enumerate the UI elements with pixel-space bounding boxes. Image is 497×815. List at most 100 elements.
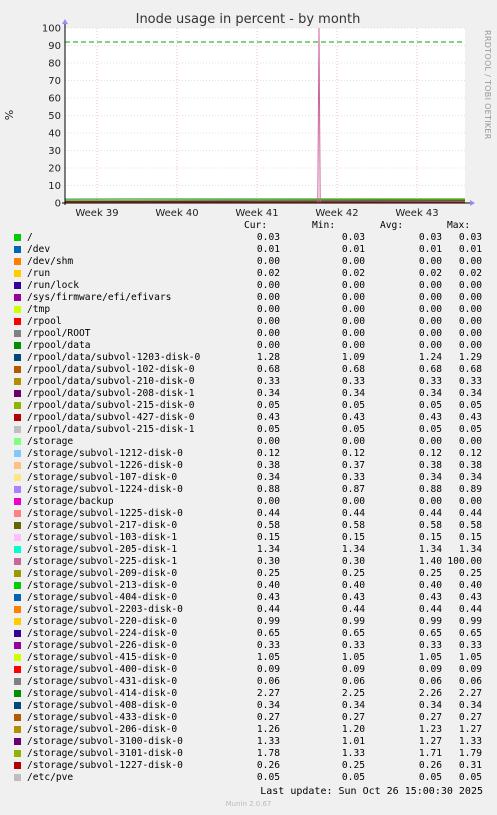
legend-cur: 0.05 [256, 400, 280, 411]
header-min: Min: [312, 220, 336, 231]
y-tick-label: 50 [48, 111, 61, 122]
legend-min: 0.09 [341, 664, 365, 675]
legend-max: 0.00 [458, 304, 482, 315]
legend-min: 0.02 [341, 268, 365, 279]
legend-cur: 0.38 [256, 460, 280, 471]
legend-min: 1.33 [341, 748, 365, 759]
legend-min: 0.00 [341, 280, 365, 291]
legend-max: 0.44 [458, 508, 482, 519]
legend-max: 1.79 [458, 748, 482, 759]
y-tick-label: 90 [48, 41, 61, 52]
legend-swatch [14, 666, 21, 673]
legend-min: 0.00 [341, 328, 365, 339]
legend-min: 0.27 [341, 712, 365, 723]
legend-row: /storage/subvol-217-disk-0 0.58 0.58 0.58 0.… [0, 520, 497, 532]
x-tick-label: Week 41 [235, 208, 278, 219]
legend-max: 0.03 [458, 232, 482, 243]
legend-row: /storage/subvol-2203-disk-0 0.44 0.44 0.44 0… [0, 604, 497, 616]
legend-max: 0.34 [458, 388, 482, 399]
legend-row: /rpool/data/subvol-208-disk-1 0.34 0.34 0.3… [0, 388, 497, 400]
legend-row: /dev/shm 0.00 0.00 0.00 0.00 [0, 256, 497, 268]
legend-name: /storage/subvol-225-disk-1 [27, 556, 178, 567]
legend-name: /storage/subvol-209-disk-0 [27, 568, 178, 579]
legend-name: /storage/subvol-431-disk-0 [27, 676, 178, 687]
legend-row: /storage/subvol-1227-disk-0 0.26 0.25 0.26 0… [0, 760, 497, 772]
legend-swatch [14, 678, 21, 685]
legend-min: 0.00 [341, 256, 365, 267]
legend-name: /storage/subvol-2203-disk-0 [27, 604, 183, 615]
legend-cur: 0.33 [256, 376, 280, 387]
legend-name: /storage/subvol-103-disk-1 [27, 532, 178, 543]
header-cur: Cur: [244, 220, 268, 231]
legend-swatch [14, 366, 21, 373]
legend-name: /storage/subvol-415-disk-0 [27, 652, 178, 663]
legend-max: 0.99 [458, 616, 482, 627]
legend-cur: 1.05 [256, 652, 280, 663]
legend-name: /etc/pve [27, 772, 74, 783]
rrdtool-credit: RRDTOOL / TOBI OETIKER [483, 30, 492, 140]
legend-swatch [14, 570, 21, 577]
legend-min: 0.33 [341, 472, 365, 483]
legend-row: /storage/subvol-414-disk-0 2.27 2.25 2.26 2.… [0, 688, 497, 700]
legend-name: /rpool/data/subvol-102-disk-0 [27, 364, 195, 375]
legend-row: /rpool/ROOT 0.00 0.00 0.00 0.00 [0, 328, 497, 340]
legend-min: 1.01 [341, 736, 365, 747]
legend-cur: 0.34 [256, 700, 280, 711]
legend-row: /storage/subvol-433-disk-0 0.27 0.27 0.27 0.… [0, 712, 497, 724]
legend-row: /storage 0.00 0.00 0.00 0.00 [0, 436, 497, 448]
legend-cur: 0.65 [256, 628, 280, 639]
legend-max: 0.00 [458, 340, 482, 351]
legend-name: /rpool/data/subvol-208-disk-1 [27, 388, 195, 399]
legend-min: 0.87 [341, 484, 365, 495]
legend-min: 0.03 [341, 232, 365, 243]
legend-max: 1.05 [458, 652, 482, 663]
legend-swatch [14, 582, 21, 589]
legend-swatch [14, 342, 21, 349]
legend-name: /storage/subvol-404-disk-0 [27, 592, 178, 603]
legend-cur: 0.02 [256, 268, 280, 279]
legend-min: 0.33 [341, 640, 365, 651]
legend-min: 0.05 [341, 400, 365, 411]
legend-max: 0.05 [458, 772, 482, 783]
legend-min: 1.05 [341, 652, 365, 663]
legend-name: /storage/backup [27, 496, 114, 507]
legend-name: /storage/subvol-3101-disk-0 [27, 748, 183, 759]
y-tick-label: 30 [48, 146, 61, 157]
legend-max: 0.25 [458, 568, 482, 579]
legend-max: 100.00 [447, 556, 482, 567]
legend-name: /storage/subvol-220-disk-0 [27, 616, 178, 627]
legend-name: /rpool/ROOT [27, 328, 91, 339]
legend-row: /etc/pve 0.05 0.05 0.05 0.05 [0, 772, 497, 784]
legend-name: /storage/subvol-408-disk-0 [27, 700, 178, 711]
legend-name: /storage/subvol-226-disk-0 [27, 640, 178, 651]
legend-name: /storage/subvol-400-disk-0 [27, 664, 178, 675]
legend-swatch [14, 426, 21, 433]
legend-name: /rpool/data [27, 340, 91, 351]
legend-row: /storage/subvol-220-disk-0 0.99 0.99 0.99 0.… [0, 616, 497, 628]
legend-cur: 0.99 [256, 616, 280, 627]
legend-row: /rpool/data 0.00 0.00 0.00 0.00 [0, 340, 497, 352]
legend-name: /storage/subvol-217-disk-0 [27, 520, 178, 531]
legend-swatch [14, 354, 21, 361]
legend-max: 1.27 [458, 724, 482, 735]
legend-cur: 1.26 [256, 724, 280, 735]
legend-max: 0.65 [458, 628, 482, 639]
x-tick-label: Week 39 [75, 208, 118, 219]
legend-row: /sys/firmware/efi/efivars 0.00 0.00 0.00 0.0… [0, 292, 497, 304]
legend-cur: 0.26 [256, 760, 280, 771]
legend-max: 0.34 [458, 700, 482, 711]
legend-min: 0.01 [341, 244, 365, 255]
legend-max: 0.31 [458, 760, 482, 771]
legend-name: /tmp [27, 304, 51, 315]
legend-row: /storage/subvol-206-disk-0 1.26 1.20 1.23 1.… [0, 724, 497, 736]
legend-max: 0.58 [458, 520, 482, 531]
legend-min: 0.25 [341, 568, 365, 579]
legend-min: 0.00 [341, 340, 365, 351]
legend-min: 0.65 [341, 628, 365, 639]
legend-name: /storage/subvol-206-disk-0 [27, 724, 178, 735]
legend-swatch [14, 450, 21, 457]
legend-name: /rpool/data/subvol-1203-disk-0 [27, 352, 201, 363]
legend-cur: 0.00 [256, 280, 280, 291]
x-tick-labels: Week 39 Week 40 Week 41 Week 42 Week 43 [75, 208, 438, 219]
legend-row: /storage/subvol-1225-disk-0 0.44 0.44 0.44 0… [0, 508, 497, 520]
